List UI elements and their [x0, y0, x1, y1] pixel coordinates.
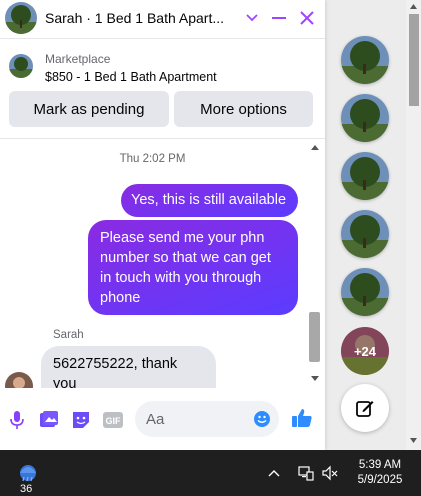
message-input[interactable]: Aa — [135, 401, 279, 437]
composer: GIF Aa — [0, 388, 325, 450]
volume-muted-icon[interactable] — [321, 464, 339, 482]
thumbs-up-icon[interactable] — [290, 406, 314, 430]
message-input-placeholder: Aa — [146, 411, 165, 428]
mark-as-pending-button[interactable]: Mark as pending — [9, 91, 169, 127]
chat-head[interactable] — [341, 268, 389, 316]
close-icon[interactable] — [295, 6, 319, 30]
svg-text:GIF: GIF — [106, 416, 122, 426]
weather-icon — [20, 465, 36, 482]
message-bubble-incoming: 5622755222, thank you — [41, 346, 216, 388]
gif-icon[interactable]: GIF — [101, 408, 125, 432]
weather-temperature: 36 — [20, 483, 33, 495]
new-message-button[interactable] — [341, 384, 389, 432]
page-scrollbar-thumb[interactable] — [409, 14, 419, 106]
chat-heads-rail: +24 — [326, 0, 406, 450]
chat-header: Sarah · 1 Bed 1 Bath Apart... — [0, 0, 325, 39]
microphone-icon[interactable] — [5, 408, 29, 432]
listing-thumbnail — [9, 54, 33, 78]
message-timestamp: Thu 2:02 PM — [119, 153, 186, 165]
chevron-down-icon[interactable] — [240, 6, 264, 30]
sender-avatar[interactable] — [5, 372, 33, 388]
sticker-icon[interactable] — [69, 408, 93, 432]
chevron-up-icon[interactable] — [265, 464, 283, 482]
marketplace-label: Marketplace — [45, 52, 111, 66]
message-bubble-outgoing: Yes, this is still available — [121, 184, 298, 217]
chat-window: Sarah · 1 Bed 1 Bath Apart... Marketplac… — [0, 0, 325, 450]
photo-icon[interactable] — [37, 408, 61, 432]
marketplace-info[interactable]: Marketplace $850 - 1 Bed 1 Bath Apartmen… — [0, 42, 325, 92]
chat-title[interactable]: Sarah · 1 Bed 1 Bath Apart... — [45, 10, 245, 26]
chat-head[interactable] — [341, 210, 389, 258]
network-icon[interactable] — [297, 464, 315, 482]
more-options-button[interactable]: More options — [174, 91, 313, 127]
more-chats-count: +24 — [341, 327, 389, 375]
message-list: Thu 2:02 PM Yes, this is still available… — [0, 139, 325, 388]
message-bubble-outgoing: Please send me your phn number so that w… — [88, 220, 298, 315]
minimize-icon[interactable] — [267, 6, 291, 30]
chat-head[interactable] — [341, 36, 389, 84]
compose-icon — [356, 401, 374, 417]
more-chats-button[interactable]: +24 — [341, 327, 389, 375]
listing-title: $850 - 1 Bed 1 Bath Apartment — [45, 70, 217, 84]
chat-head[interactable] — [341, 94, 389, 142]
sender-name: Sarah — [53, 329, 84, 341]
contact-avatar[interactable] — [5, 2, 37, 34]
taskbar: 36 5:39 AM 5/9/2025 — [0, 450, 421, 496]
scrollbar-thumb[interactable] — [309, 312, 320, 362]
clock-time: 5:39 AM — [358, 459, 402, 471]
message-scrollbar[interactable] — [307, 139, 323, 388]
weather-widget[interactable]: 36 — [15, 463, 41, 495]
chat-head[interactable] — [341, 152, 389, 200]
system-clock[interactable]: 5:39 AM 5/9/2025 — [350, 458, 410, 488]
clock-date: 5/9/2025 — [357, 474, 403, 486]
emoji-icon[interactable] — [253, 410, 271, 428]
page-scrollbar[interactable] — [406, 0, 421, 450]
